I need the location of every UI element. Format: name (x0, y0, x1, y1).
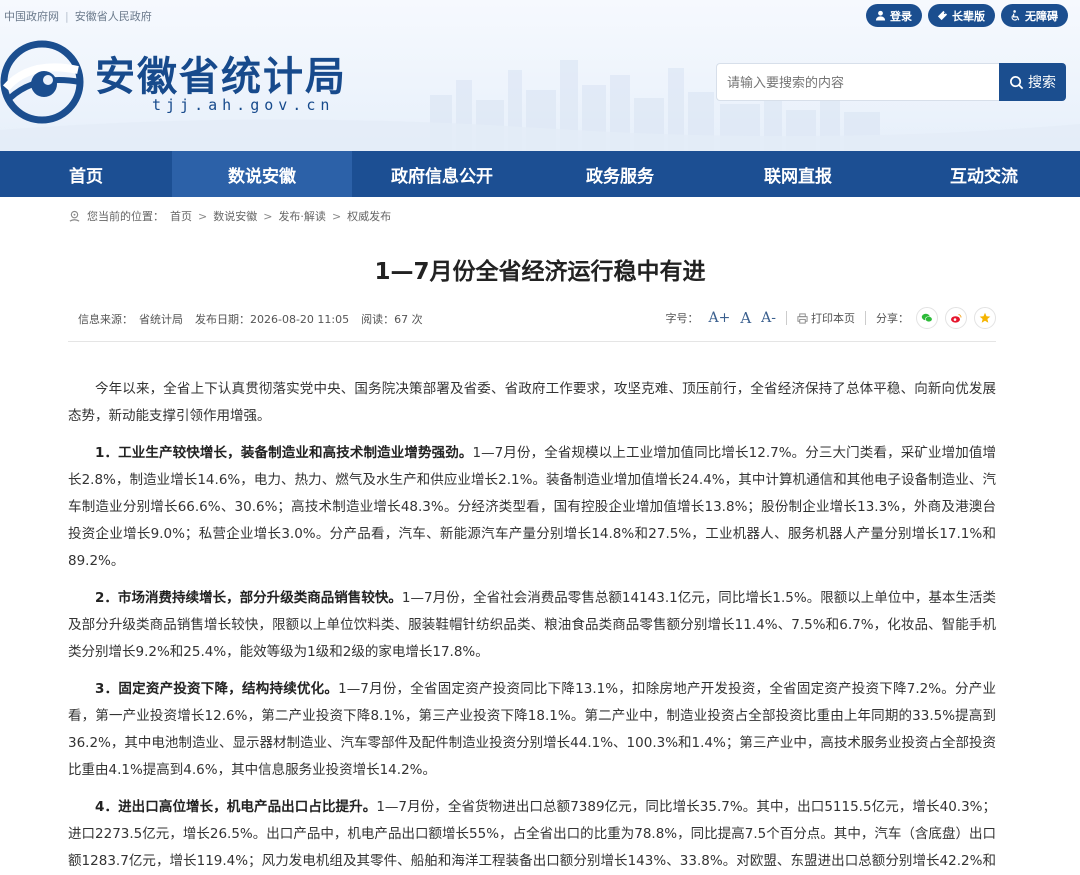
article-tools: 字号： A+ A A- 打印本页 分享： (665, 305, 996, 331)
link-gov-cn[interactable]: 中国政府网 (4, 10, 59, 23)
site-header: 中国政府网 | 安徽省人民政府 登录 长辈版 无障碍 安徽省统计局 tjj.ah.g… (0, 0, 1080, 151)
font-normal-button[interactable]: A (740, 309, 751, 327)
font-larger-button[interactable]: A+ (708, 310, 730, 326)
article-paragraph: 3．固定资产投资下降，结构持续优化。1—7月份，全省固定资产投资同比下降13.1… (68, 681, 996, 778)
main-nav: 首页 数说安徽 政府信息公开 政务服务 联网直报 互动交流 (0, 151, 1080, 197)
top-buttons: 登录 长辈版 无障碍 (866, 4, 1068, 27)
weibo-icon (951, 314, 962, 323)
wechat-icon (921, 313, 933, 323)
search-input[interactable] (716, 63, 1000, 101)
accessibility-icon (1011, 10, 1020, 21)
share-label: 分享： (876, 312, 909, 325)
paragraph-lead: 4．进出口高位增长，机电产品出口占比提升。 (95, 799, 377, 815)
print-label: 打印本页 (811, 312, 855, 325)
site-title: 安徽省统计局 (95, 53, 347, 100)
nav-interaction[interactable]: 互动交流 (888, 151, 1080, 197)
breadcrumb-home[interactable]: 首页 (170, 208, 192, 224)
elder-mode-button[interactable]: 长辈版 (928, 4, 995, 27)
breadcrumb: 您当前的位置： 首页 > 数说安徽 > 发布·解读 > 权威发布 (68, 208, 391, 224)
elder-icon (937, 10, 948, 21)
article-title: 1—7月份全省经济运行稳中有进 (374, 259, 706, 285)
article-body: 今年以来，全省上下认真贯彻落实党中央、国务院决策部署及省委、省政府工作要求，攻坚… (68, 376, 996, 875)
share-weibo-button[interactable] (945, 307, 967, 329)
nav-online-report[interactable]: 联网直报 (708, 151, 888, 197)
breadcrumb-release[interactable]: 发布·解读 (278, 208, 326, 224)
site-logo-icon (0, 40, 84, 124)
breadcrumb-data-anhui[interactable]: 数说安徽 (213, 208, 257, 224)
nav-gov-info[interactable]: 政府信息公开 (352, 151, 532, 197)
accessibility-button[interactable]: 无障碍 (1001, 4, 1068, 27)
meta-source: 信息来源： 省统计局 (78, 313, 183, 326)
link-ah-gov[interactable]: 安徽省人民政府 (75, 10, 152, 23)
paragraph-lead: 1．工业生产较快增长，装备制造业和高技术制造业增势强劲。 (95, 445, 473, 461)
article-paragraph: 1．工业生产较快增长，装备制造业和高技术制造业增势强劲。1—7月份，全省规模以上… (68, 445, 996, 569)
article-paragraph: 今年以来，全省上下认真贯彻落实党中央、国务院决策部署及省委、省政府工作要求，攻坚… (68, 381, 996, 424)
nav-data-anhui[interactable]: 数说安徽 (172, 151, 352, 197)
article-meta: 信息来源： 省统计局 发布日期：2026-08-20 11:05 阅读：67 次 (78, 311, 423, 327)
search-button-label: 搜索 (1028, 75, 1056, 91)
article-paragraph: 4．进出口高位增长，机电产品出口占比提升。1—7月份，全省货物进出口总额7389… (68, 799, 996, 869)
accessibility-label: 无障碍 (1025, 9, 1058, 23)
tools-divider (786, 311, 787, 325)
login-label: 登录 (890, 9, 912, 23)
paragraph-lead: 3．固定资产投资下降，结构持续优化。 (95, 681, 339, 697)
share-favorite-button[interactable] (974, 307, 996, 329)
breadcrumb-authoritative[interactable]: 权威发布 (347, 208, 391, 224)
print-button[interactable]: 打印本页 (797, 310, 855, 326)
search-icon (1010, 75, 1024, 89)
star-icon (979, 312, 991, 323)
nav-home[interactable]: 首页 (0, 151, 172, 197)
meta-date: 发布日期：2026-08-20 11:05 (195, 313, 350, 326)
nav-gov-service[interactable]: 政务服务 (532, 151, 708, 197)
font-smaller-button[interactable]: A- (761, 310, 776, 326)
paragraph-lead: 2．市场消费持续增长，部分升级类商品销售较快。 (95, 590, 402, 606)
top-links: 中国政府网 | 安徽省人民政府 (4, 10, 152, 23)
login-button[interactable]: 登录 (866, 4, 922, 27)
tools-divider (865, 311, 866, 325)
article-paragraph: 2．市场消费持续增长，部分升级类商品销售较快。1—7月份，全省社会消费品零售总额… (68, 590, 996, 660)
font-size-label: 字号： (665, 312, 699, 325)
site-domain: tjj.ah.gov.cn (152, 96, 335, 114)
breadcrumb-separator: > (198, 209, 208, 223)
breadcrumb-separator: > (263, 209, 273, 223)
header-divider (68, 341, 996, 342)
user-icon (875, 10, 886, 21)
meta-views: 阅读：67 次 (361, 313, 423, 326)
location-icon (69, 210, 80, 222)
elder-mode-label: 长辈版 (952, 9, 985, 23)
print-icon (797, 312, 808, 324)
search-button[interactable]: 搜索 (999, 63, 1066, 101)
breadcrumb-prefix: 您当前的位置： (87, 210, 164, 223)
breadcrumb-separator: > (331, 209, 342, 223)
share-wechat-button[interactable] (916, 307, 938, 329)
